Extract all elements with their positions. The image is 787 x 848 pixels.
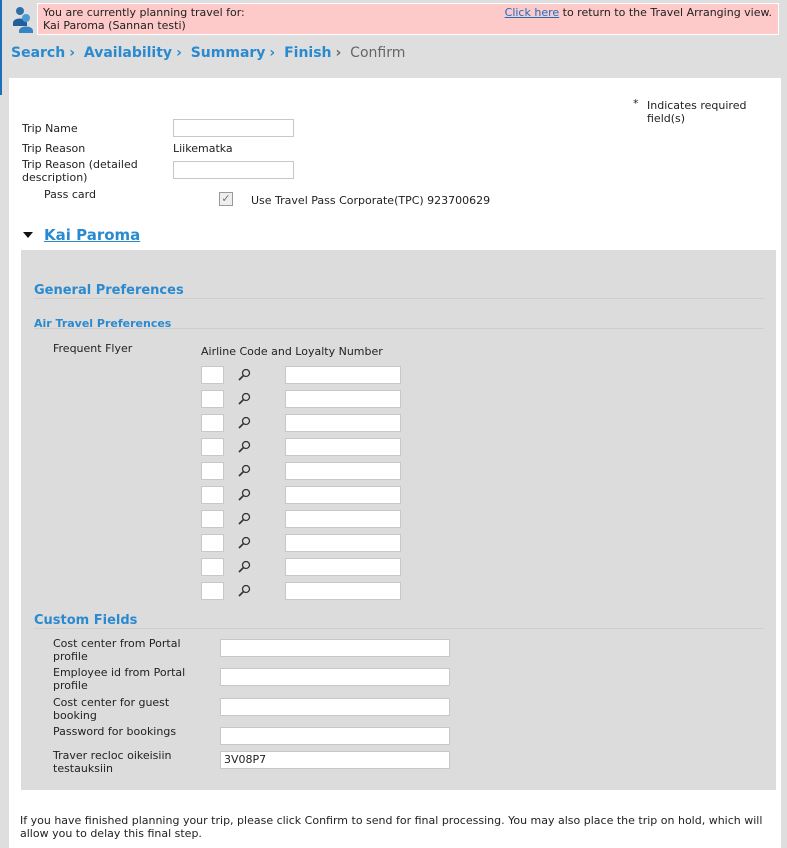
trip-name-input[interactable] bbox=[173, 119, 294, 137]
preferences-section: General Preferences Air Travel Preferenc… bbox=[21, 250, 776, 790]
traveler-name: Kai Paroma (Sannan testi) bbox=[43, 19, 186, 32]
left-accent bbox=[0, 0, 2, 95]
custom-field-label-line1: Cost center from Portal bbox=[53, 637, 181, 650]
chevron-right-icon: › bbox=[335, 45, 342, 61]
divider bbox=[34, 328, 764, 329]
airline-code-input[interactable] bbox=[201, 486, 224, 504]
custom-field-label-line1: Employee id from Portal bbox=[53, 666, 186, 679]
loyalty-number-input[interactable] bbox=[285, 558, 401, 576]
trip-detail-input[interactable] bbox=[173, 161, 294, 179]
frequent-flyer-label: Frequent Flyer bbox=[53, 342, 133, 355]
trip-name-label: Trip Name bbox=[22, 122, 78, 135]
ff-header: Airline Code and Loyalty Number bbox=[201, 345, 383, 358]
search-icon[interactable] bbox=[237, 440, 251, 454]
custom-field-value: 3V08P7 bbox=[224, 753, 267, 766]
breadcrumb: Search › Availability › Summary › Finish › C… bbox=[11, 45, 409, 61]
required-note: Indicates required field(s) bbox=[647, 99, 747, 125]
trip-reason-label: Trip Reason bbox=[22, 142, 86, 155]
airline-code-input[interactable] bbox=[201, 534, 224, 552]
loyalty-number-input[interactable] bbox=[285, 486, 401, 504]
loyalty-number-input[interactable] bbox=[285, 462, 401, 480]
return-text: to return to the Travel Arranging view. bbox=[559, 6, 772, 19]
airline-code-input[interactable] bbox=[201, 582, 224, 600]
airline-code-input[interactable] bbox=[201, 510, 224, 528]
crumb-search[interactable]: Search bbox=[11, 45, 65, 61]
traveler-link[interactable]: Kai Paroma bbox=[44, 226, 140, 244]
custom-field-label-line2: profile bbox=[53, 650, 88, 663]
custom-field-label: Employee id from Portal profile bbox=[53, 666, 185, 692]
search-icon[interactable] bbox=[237, 416, 251, 430]
custom-field-input[interactable] bbox=[220, 668, 450, 686]
airline-code-input[interactable] bbox=[201, 390, 224, 408]
search-icon[interactable] bbox=[237, 512, 251, 526]
crumb-summary[interactable]: Summary bbox=[191, 45, 266, 61]
airline-code-input[interactable] bbox=[201, 438, 224, 456]
divider bbox=[34, 298, 764, 299]
custom-field-label-line1: Password for bookings bbox=[53, 725, 177, 738]
custom-fields-heading: Custom Fields bbox=[34, 613, 138, 628]
custom-field-input[interactable] bbox=[220, 698, 450, 716]
chevron-right-icon: › bbox=[176, 45, 182, 61]
planning-banner: You are currently planning travel for: K… bbox=[37, 3, 779, 35]
search-icon[interactable] bbox=[237, 560, 251, 574]
airline-code-input[interactable] bbox=[201, 462, 224, 480]
loyalty-number-input[interactable] bbox=[285, 366, 401, 384]
custom-field-input[interactable] bbox=[220, 727, 450, 745]
loyalty-number-input[interactable] bbox=[285, 390, 401, 408]
pass-card-text: Use Travel Pass Corporate(TPC) 923700629 bbox=[251, 194, 491, 207]
return-link[interactable]: Click here bbox=[505, 6, 560, 19]
search-icon[interactable] bbox=[237, 536, 251, 550]
trip-detail-label: Trip Reason (detailed description) bbox=[22, 158, 138, 184]
chevron-right-icon: › bbox=[69, 45, 75, 61]
main-panel: * Indicates required field(s) Trip Name … bbox=[9, 78, 781, 848]
custom-field-label: Password for bookings bbox=[53, 725, 176, 738]
collapse-arrow-icon[interactable] bbox=[23, 232, 33, 238]
loyalty-number-input[interactable] bbox=[285, 534, 401, 552]
trip-detail-label-line1: Trip Reason (detailed bbox=[22, 158, 138, 171]
airline-code-input[interactable] bbox=[201, 558, 224, 576]
search-icon[interactable] bbox=[237, 488, 251, 502]
custom-field-label: Traver recloc oikeisiin testauksiin bbox=[53, 749, 172, 775]
loyalty-number-input[interactable] bbox=[285, 582, 401, 600]
custom-field-input[interactable] bbox=[220, 639, 450, 657]
loyalty-number-input[interactable] bbox=[285, 510, 401, 528]
trip-detail-label-line2: description) bbox=[22, 171, 88, 184]
search-icon[interactable] bbox=[237, 368, 251, 382]
trip-reason-value: Liikematka bbox=[173, 142, 233, 155]
search-icon[interactable] bbox=[237, 464, 251, 478]
loyalty-number-input[interactable] bbox=[285, 414, 401, 432]
users-icon bbox=[13, 7, 33, 33]
custom-field-label-line2: testauksiin bbox=[53, 762, 114, 775]
custom-field-label-line1: Cost center for guest bbox=[53, 696, 170, 709]
crumb-confirm: Confirm bbox=[350, 45, 406, 61]
general-preferences-heading: General Preferences bbox=[34, 283, 184, 298]
airline-code-input[interactable] bbox=[201, 366, 224, 384]
custom-field-label: Cost center from Portal profile bbox=[53, 637, 181, 663]
crumb-finish[interactable]: Finish bbox=[284, 45, 331, 61]
custom-field-label-line2: profile bbox=[53, 679, 88, 692]
search-icon[interactable] bbox=[237, 392, 251, 406]
loyalty-number-input[interactable] bbox=[285, 438, 401, 456]
pass-card-label: Pass card bbox=[44, 188, 96, 201]
custom-field-input[interactable]: 3V08P7 bbox=[220, 751, 450, 769]
custom-field-label: Cost center for guest booking bbox=[53, 696, 169, 722]
footer-instructions: If you have finished planning your trip,… bbox=[20, 814, 763, 840]
custom-field-label-line2: booking bbox=[53, 709, 97, 722]
crumb-availability[interactable]: Availability bbox=[84, 45, 172, 61]
search-icon[interactable] bbox=[237, 584, 251, 598]
pass-card-checkbox[interactable]: ✓ bbox=[219, 192, 233, 206]
airline-code-input[interactable] bbox=[201, 414, 224, 432]
divider bbox=[34, 628, 764, 629]
chevron-right-icon: › bbox=[269, 45, 276, 61]
required-star: * bbox=[633, 97, 639, 110]
custom-field-label-line1: Traver recloc oikeisiin bbox=[53, 749, 172, 762]
